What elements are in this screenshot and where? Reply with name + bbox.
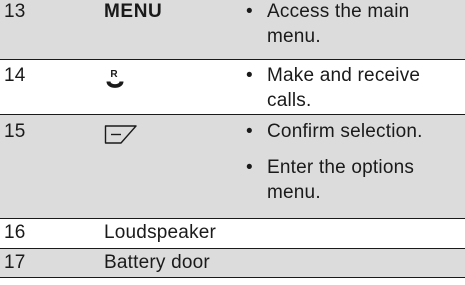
- bullet-glyph: •: [246, 65, 253, 86]
- row-description: • Make and receive calls.: [246, 63, 460, 113]
- row-number: 15: [4, 121, 26, 142]
- row-description: • Confirm selection. • Enter the options…: [246, 119, 460, 205]
- table-row-16: 16 Loudspeaker: [0, 219, 465, 248]
- row-number: 16: [4, 222, 26, 243]
- table-row-13: 13 MENU • Access the main menu.: [0, 0, 465, 59]
- description-text: Enter the options menu.: [267, 157, 415, 203]
- key-description-table: 13 MENU • Access the main menu. 14 R • M…: [0, 0, 465, 285]
- row-divider: [0, 277, 465, 278]
- bullet-glyph: •: [246, 121, 253, 142]
- row-description: • Access the main menu.: [246, 0, 460, 49]
- list-item: • Access the main menu.: [246, 0, 460, 49]
- row-number: 14: [4, 65, 26, 86]
- list-item: • Confirm selection.: [246, 119, 460, 144]
- ok-softkey-icon: [104, 125, 137, 144]
- bullet-glyph: •: [246, 157, 253, 178]
- key-name: Loudspeaker: [104, 222, 217, 243]
- description-text: Confirm selection.: [267, 121, 423, 142]
- key-name: Battery door: [104, 252, 210, 273]
- list-item: • Make and receive calls.: [246, 63, 460, 113]
- description-text: Access the main menu.: [267, 1, 410, 47]
- table-row-15: 15 • Confirm selection. • Enter the opti…: [0, 115, 465, 218]
- key-name: MENU: [104, 1, 163, 22]
- table-row-14: 14 R • Make and receive calls.: [0, 60, 465, 114]
- description-text: Make and receive calls.: [267, 65, 421, 111]
- bullet-glyph: •: [246, 1, 253, 22]
- call-button-icon: R: [106, 69, 124, 88]
- row-number: 13: [4, 1, 26, 22]
- list-item: • Enter the options menu.: [246, 155, 460, 205]
- row-number: 17: [4, 252, 26, 273]
- table-row-17: 17 Battery door: [0, 249, 465, 277]
- call-button-icon-label: R: [110, 69, 118, 80]
